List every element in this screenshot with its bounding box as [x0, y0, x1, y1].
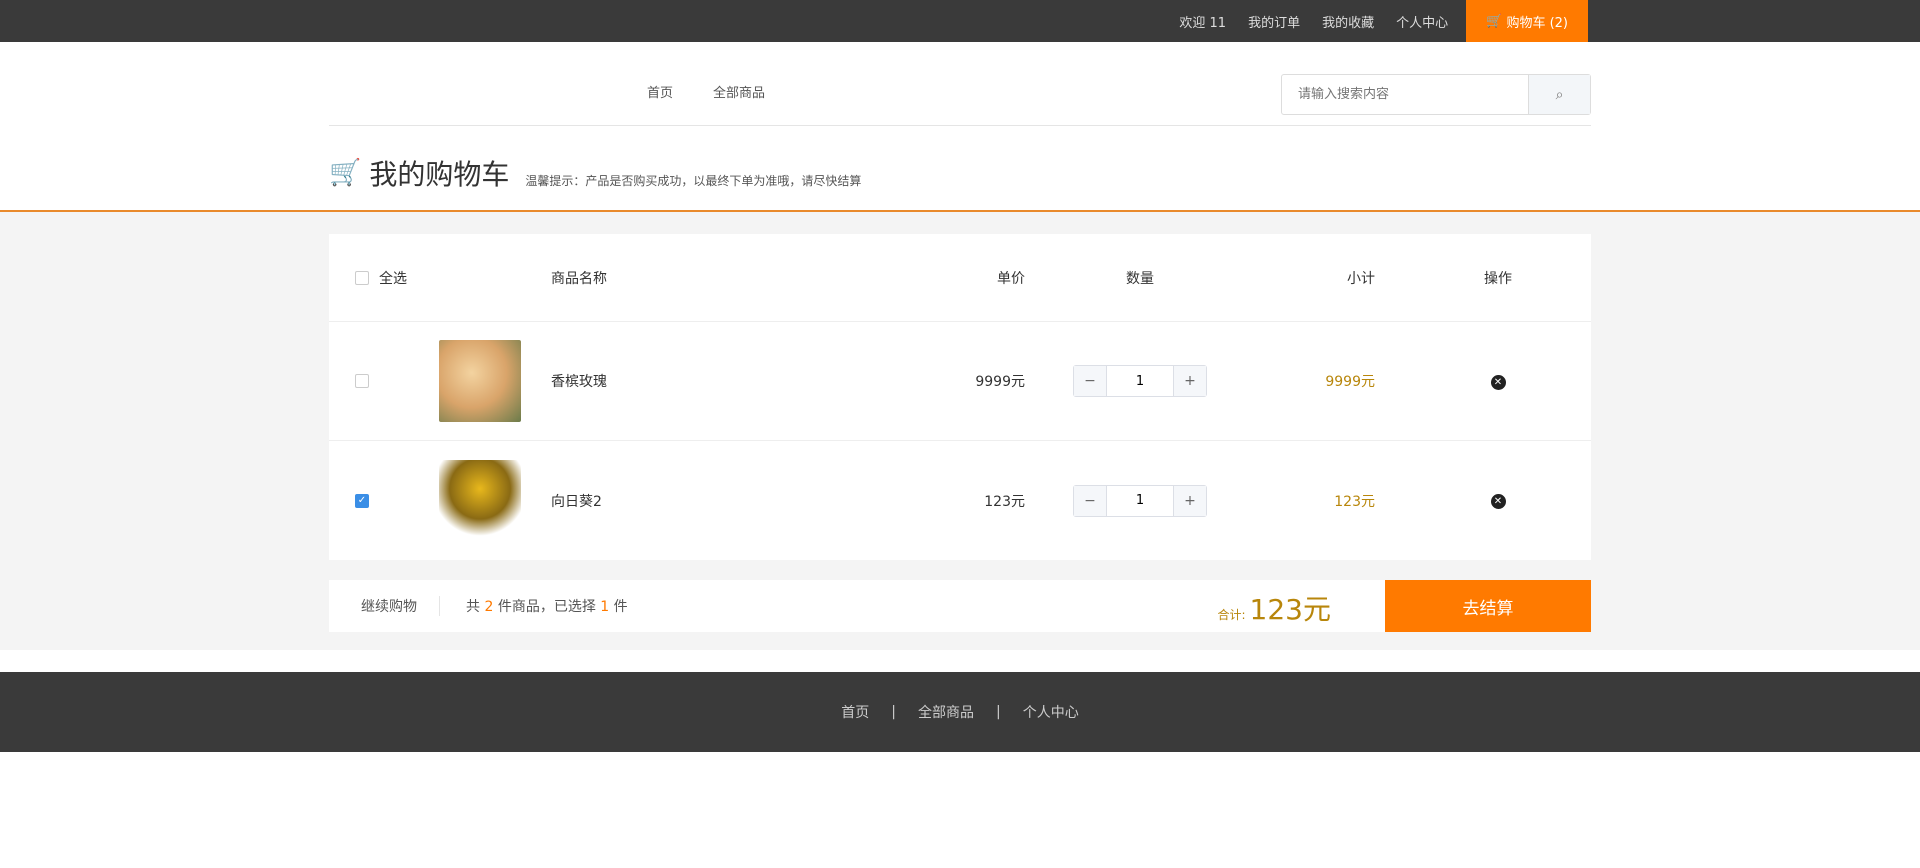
header-qty: 数量: [1126, 270, 1154, 287]
cart-icon: 🛒: [329, 158, 362, 188]
quantity-stepper: −+: [1073, 484, 1207, 517]
nav-home[interactable]: 首页: [647, 82, 673, 101]
table-header: 全选 商品名称 单价 数量 小计 操作: [329, 234, 1591, 322]
increment-button[interactable]: +: [1174, 485, 1206, 516]
page-title: 我的购物车: [369, 158, 510, 191]
top-bar: 欢迎 11 我的订单 我的收藏 个人中心 🛒 购物车 (2): [0, 0, 1920, 42]
footer-all-products[interactable]: 全部商品: [918, 702, 974, 722]
cart-button[interactable]: 🛒 购物车 (2): [1466, 0, 1588, 42]
decrement-button[interactable]: −: [1074, 485, 1106, 516]
item-checkbox[interactable]: ✓: [355, 493, 369, 508]
separator: |: [891, 704, 896, 720]
quantity-input[interactable]: [1106, 366, 1174, 396]
main-nav: 首页 全部商品 ⌕: [329, 42, 1591, 126]
footer: 首页 | 全部商品 | 个人中心: [0, 672, 1920, 752]
footer-home[interactable]: 首页: [841, 702, 869, 722]
select-all-checkbox[interactable]: [355, 270, 369, 285]
quantity-stepper: −+: [1073, 365, 1207, 397]
profile-link[interactable]: 个人中心: [1396, 12, 1448, 31]
item-checkbox[interactable]: [355, 374, 369, 388]
separator: |: [996, 704, 1001, 720]
continue-shopping-link[interactable]: 继续购物: [329, 596, 440, 616]
unit-price: 123元: [984, 493, 1025, 510]
delete-icon[interactable]: ✕: [1490, 494, 1506, 509]
search-icon: ⌕: [1555, 86, 1564, 103]
product-image[interactable]: [439, 459, 521, 542]
table-row: ✓ 向日葵2 123元 −+ 123元 ✕: [329, 441, 1591, 560]
cart-table: 全选 商品名称 单价 数量 小计 操作 香槟玫瑰 9999元 −+ 9999元 …: [329, 234, 1591, 560]
welcome-user[interactable]: 欢迎 11: [1179, 12, 1226, 31]
total-amount: 123元: [1249, 593, 1331, 626]
page-tip: 温馨提示：产品是否购买成功，以最终下单为准哦，请尽快结算: [525, 173, 862, 188]
item-count: 共 2 件商品，已选择 1 件: [466, 599, 628, 615]
header-action: 操作: [1484, 270, 1512, 287]
search-box: ⌕: [1281, 74, 1591, 115]
checkout-button[interactable]: 去结算: [1385, 580, 1591, 632]
search-button[interactable]: ⌕: [1528, 75, 1590, 114]
cart-summary-bar: 继续购物 共 2 件商品，已选择 1 件 合计: 123元 去结算: [329, 580, 1591, 632]
table-row: 香槟玫瑰 9999元 −+ 9999元 ✕: [329, 322, 1591, 441]
cart-icon: 🛒: [1486, 13, 1507, 29]
unit-price: 9999元: [975, 374, 1025, 390]
my-orders-link[interactable]: 我的订单: [1248, 12, 1300, 31]
my-favorites-link[interactable]: 我的收藏: [1322, 12, 1374, 31]
delete-icon[interactable]: ✕: [1490, 374, 1506, 390]
search-input[interactable]: [1282, 75, 1528, 114]
nav-all-products[interactable]: 全部商品: [713, 82, 765, 101]
decrement-button[interactable]: −: [1074, 366, 1106, 396]
product-name[interactable]: 香槟玫瑰: [551, 371, 891, 391]
total: 合计: 123元: [1218, 588, 1332, 628]
header-name: 商品名称: [551, 270, 607, 287]
footer-profile[interactable]: 个人中心: [1023, 702, 1079, 722]
subtotal: 123元: [1334, 493, 1375, 510]
header-price: 单价: [997, 270, 1025, 287]
select-all-label: 全选: [379, 270, 407, 287]
quantity-input[interactable]: [1106, 485, 1174, 516]
header-subtotal: 小计: [1347, 270, 1375, 287]
total-label: 合计:: [1217, 608, 1246, 622]
product-image[interactable]: [439, 340, 521, 422]
cart-label: 购物车 (2): [1506, 15, 1568, 31]
product-name[interactable]: 向日葵2: [551, 491, 891, 511]
increment-button[interactable]: +: [1174, 366, 1206, 396]
subtotal: 9999元: [1325, 374, 1375, 390]
